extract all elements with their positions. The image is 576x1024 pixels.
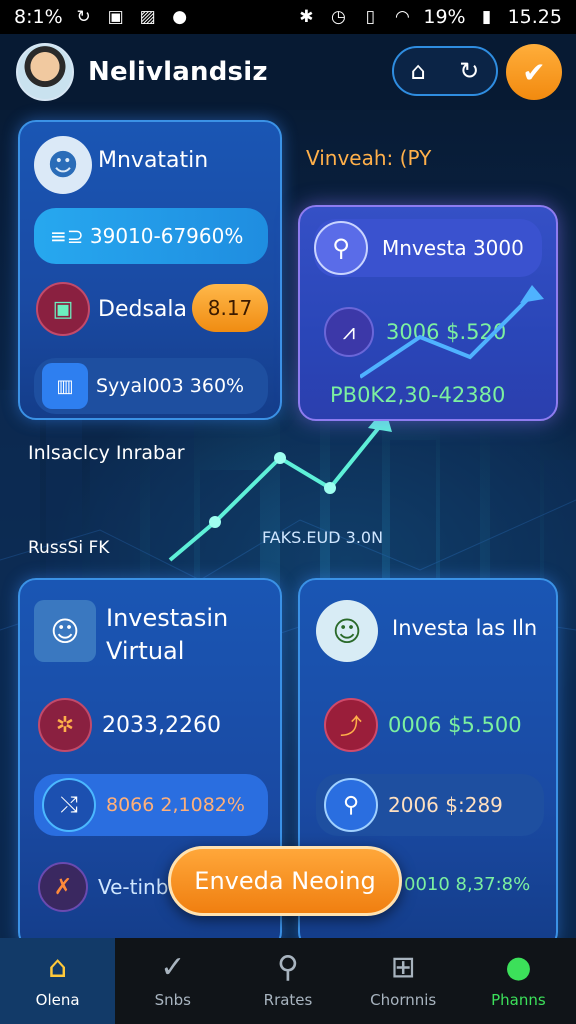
header-pill: ⌂ ↻ bbox=[392, 46, 498, 96]
check-circle-icon: ✓ bbox=[160, 950, 186, 985]
card1-value-pill[interactable]: ≡⊇ 39010-67960% bbox=[34, 208, 268, 264]
nav-label: Phanns bbox=[491, 991, 546, 1009]
wifi-icon: ◠ bbox=[394, 7, 410, 27]
sync-icon: ↻ bbox=[76, 7, 91, 27]
refresh-icon[interactable]: ↻ bbox=[459, 57, 479, 85]
status-left-text: 8:1% bbox=[14, 6, 63, 28]
nav-label: Chornnis bbox=[370, 991, 437, 1009]
chart-line-icon: ⤭ bbox=[42, 778, 96, 832]
alarm-icon: ◷ bbox=[330, 7, 346, 27]
card3-row3[interactable]: ✗ Ve-tinb bbox=[38, 862, 168, 912]
card3-row1[interactable]: ✲ 2033,2260 bbox=[38, 698, 221, 752]
avatar[interactable] bbox=[16, 43, 74, 101]
home-icon[interactable]: ⌂ bbox=[411, 57, 426, 85]
bottom-nav: ⌂ Olena ✓ Snbs ⚲ Rrates ⊞ Chornnis ● Pha… bbox=[0, 938, 576, 1024]
card4-row2-value: 2006 $:289 bbox=[388, 793, 503, 817]
nav-item-phanns[interactable]: ● Phanns bbox=[461, 938, 576, 1024]
card-mnvatatin[interactable]: ☻ Mnvatatin ≡⊇ 39010-67960% ▣ Dedsala 8.… bbox=[18, 120, 282, 420]
nav-item-rrates[interactable]: ⚲ Rrates bbox=[230, 938, 345, 1024]
vibrate-icon: ▯ bbox=[365, 7, 376, 27]
label-chart: FAKS.EUD 3.0N bbox=[262, 528, 384, 547]
cross-tools-icon: ✗ bbox=[38, 862, 88, 912]
image-icon: ▨ bbox=[139, 7, 156, 27]
label-top-right: Vinveah: (PY bbox=[306, 146, 432, 170]
card-mnvesta[interactable]: ⚲ Mnvesta 3000 ⩘ 3006 $.520 PB0K2,30-423… bbox=[298, 205, 558, 421]
bot-icon: ▣ bbox=[107, 7, 124, 27]
card1-row2[interactable]: ▣ Dedsala 8.17 bbox=[36, 282, 270, 336]
robot-icon: ☻ bbox=[34, 136, 92, 194]
card3-title-line1: Investasin bbox=[106, 604, 229, 632]
search-icon: ⚲ bbox=[324, 778, 378, 832]
username: Nelivlandsiz bbox=[88, 57, 268, 87]
card1-row3-value: Syyal003 360% bbox=[96, 375, 245, 397]
card3-title: Investasin Virtual bbox=[106, 602, 228, 668]
search-icon: ⚲ bbox=[314, 221, 368, 275]
card1-row2-label: Dedsala bbox=[98, 296, 187, 322]
nav-label: Olena bbox=[35, 991, 80, 1009]
card3-row2-value: 8066 2,1082% bbox=[106, 794, 245, 816]
card1-title: Mnvatatin bbox=[98, 148, 209, 173]
search-icon: ⚲ bbox=[277, 950, 299, 985]
app-header: Nelivlandsiz ⌂ ↻ ✔ bbox=[0, 34, 576, 110]
card1-row3[interactable]: ▥ Syyal003 360% bbox=[34, 358, 268, 414]
battery-icon: ▮ bbox=[481, 7, 492, 27]
gear-icon: ✲ bbox=[38, 698, 92, 752]
card4-row1-value: 0006 $5.500 bbox=[388, 713, 522, 737]
trend-arrow-icon bbox=[360, 285, 544, 379]
card3-row3-label: Ve-tinb bbox=[98, 875, 169, 899]
card3-title-line2: Virtual bbox=[106, 637, 185, 665]
nav-item-chornnis[interactable]: ⊞ Chornnis bbox=[346, 938, 461, 1024]
nav-item-home[interactable]: ⌂ Olena bbox=[0, 938, 116, 1024]
chart-icon: ▥ bbox=[42, 363, 88, 409]
card2-title: Mnvesta 3000 bbox=[382, 236, 524, 260]
nav-label: Rrates bbox=[263, 991, 313, 1009]
nav-label: Snbs bbox=[154, 991, 191, 1009]
check-icon[interactable]: ✔ bbox=[506, 44, 562, 100]
card4-row2[interactable]: ⚲ 2006 $:289 bbox=[316, 774, 544, 836]
character-icon: ☺ bbox=[34, 600, 96, 662]
chart-up-icon: ⤴ bbox=[324, 698, 378, 752]
card3-row2[interactable]: ⤭ 8066 2,1082% bbox=[34, 774, 268, 836]
card1-badge: 8.17 bbox=[192, 284, 268, 332]
cta-button[interactable]: Enveda Neoing bbox=[168, 846, 402, 916]
card4-row1[interactable]: ⤴ 0006 $5.500 bbox=[324, 698, 522, 752]
user-icon: ● bbox=[505, 950, 532, 985]
signal-text: 19% bbox=[423, 6, 466, 28]
nav-item-snbs[interactable]: ✓ Snbs bbox=[115, 938, 230, 1024]
card4-title: Investa las Iln bbox=[392, 616, 538, 640]
label-left-low: RussSi FK bbox=[28, 538, 110, 558]
card1-row1-value: ≡⊇ 39010-67960% bbox=[50, 224, 244, 248]
character-icon: ☺ bbox=[316, 600, 378, 662]
bluetooth-icon: ✱ bbox=[299, 7, 314, 27]
card2-title-row[interactable]: ⚲ Mnvesta 3000 bbox=[314, 219, 542, 277]
card3-row1-value: 2033,2260 bbox=[102, 712, 221, 738]
plus-square-icon: ⊞ bbox=[390, 950, 416, 985]
monitor-icon: ▣ bbox=[36, 282, 90, 336]
status-time: 15.25 bbox=[507, 6, 562, 28]
status-bar: 8:1% ↻ ▣ ▨ ● ✱ ◷ ▯ ◠ 19% ▮ 15.25 bbox=[0, 0, 576, 34]
chat-icon: ● bbox=[172, 7, 188, 27]
home-icon: ⌂ bbox=[48, 950, 68, 985]
label-left-mid: Inlsaclcy Inrabar bbox=[28, 442, 185, 464]
card4-row3-value: 0010 8,37:8% bbox=[404, 874, 531, 895]
